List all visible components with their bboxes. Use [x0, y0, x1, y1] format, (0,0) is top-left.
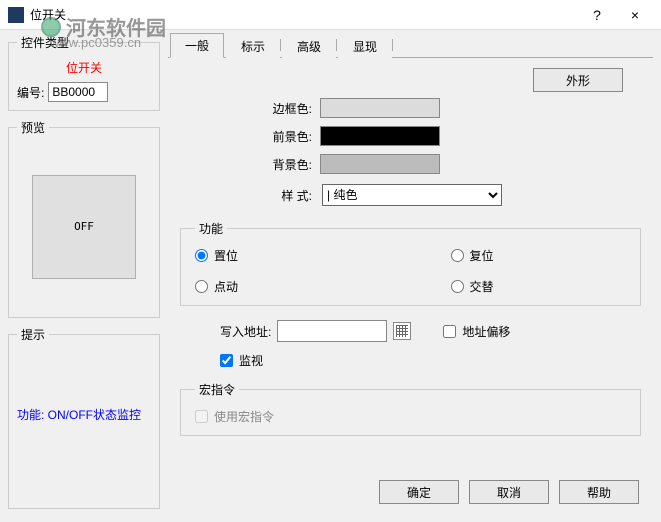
monitor-label: 监视	[239, 352, 263, 369]
radio-jog[interactable]: 点动	[195, 278, 371, 295]
radio-set[interactable]: 置位	[195, 247, 371, 264]
addr-offset-checkbox[interactable]	[443, 325, 456, 338]
tab-advanced[interactable]: 高级	[282, 34, 336, 58]
close-title-button[interactable]: ×	[625, 5, 645, 25]
app-icon	[8, 7, 24, 23]
titlebar: 位开关 ? ×	[0, 0, 661, 30]
hint-legend: 提示	[17, 326, 49, 343]
addr-offset-label: 地址偏移	[462, 323, 510, 340]
write-addr-input[interactable]	[277, 320, 387, 342]
bg-color-swatch[interactable]	[320, 154, 440, 174]
tab-mark[interactable]: 标示	[226, 34, 280, 58]
bg-color-label: 背景色:	[240, 156, 320, 173]
id-input[interactable]	[48, 82, 108, 102]
function-legend: 功能	[195, 220, 227, 237]
function-group: 功能 置位 复位 点动 交替	[180, 220, 641, 306]
shape-button[interactable]: 外形	[533, 68, 623, 92]
tab-general[interactable]: 一般	[170, 33, 224, 58]
dialog-buttons: 确定 取消 帮助	[168, 472, 653, 514]
use-macro-checkbox-row[interactable]: 使用宏指令	[195, 408, 626, 425]
left-column: 控件类型 位开关 编号: 预览 OFF 提示 功能: ON/OFF状态监控	[8, 34, 160, 514]
id-label: 编号:	[17, 84, 44, 101]
preview-legend: 预览	[17, 119, 49, 136]
fg-color-swatch[interactable]	[320, 126, 440, 146]
cancel-button[interactable]: 取消	[469, 480, 549, 504]
control-type-value: 位开关	[17, 59, 151, 76]
window-title: 位开关	[30, 6, 587, 23]
style-label: 样 式:	[240, 187, 320, 204]
preview-group: 预览 OFF	[8, 119, 160, 318]
right-column: 一般 标示 高级 显现 外形 边框色: 前景色: 背景色: 样 式:	[168, 34, 653, 514]
control-type-legend: 控件类型	[17, 34, 73, 51]
tab-display[interactable]: 显现	[338, 34, 392, 58]
tab-panel-general: 外形 边框色: 前景色: 背景色: 样 式: | 纯色 功能	[168, 68, 653, 472]
monitor-checkbox[interactable]	[220, 354, 233, 367]
dialog-content: 控件类型 位开关 编号: 预览 OFF 提示 功能: ON/OFF状态监控 一般…	[0, 30, 661, 522]
macro-group: 宏指令 使用宏指令	[180, 381, 641, 436]
write-addr-label: 写入地址:	[220, 323, 271, 340]
preview-swatch: OFF	[32, 175, 136, 279]
help-button[interactable]: 帮助	[559, 480, 639, 504]
keypad-icon[interactable]	[393, 322, 411, 340]
ok-button[interactable]: 确定	[379, 480, 459, 504]
hint-text: 功能: ON/OFF状态监控	[17, 351, 151, 425]
use-macro-checkbox	[195, 410, 208, 423]
border-color-label: 边框色:	[240, 100, 320, 117]
use-macro-label: 使用宏指令	[214, 408, 274, 425]
control-type-group: 控件类型 位开关 编号:	[8, 34, 160, 111]
macro-legend: 宏指令	[195, 381, 239, 398]
border-color-swatch[interactable]	[320, 98, 440, 118]
radio-toggle[interactable]: 交替	[451, 278, 627, 295]
fg-color-label: 前景色:	[240, 128, 320, 145]
radio-reset[interactable]: 复位	[451, 247, 627, 264]
tab-bar: 一般 标示 高级 显现	[168, 34, 653, 58]
style-select[interactable]: | 纯色	[322, 184, 502, 206]
help-title-button[interactable]: ?	[587, 5, 607, 25]
hint-group: 提示 功能: ON/OFF状态监控	[8, 326, 160, 509]
